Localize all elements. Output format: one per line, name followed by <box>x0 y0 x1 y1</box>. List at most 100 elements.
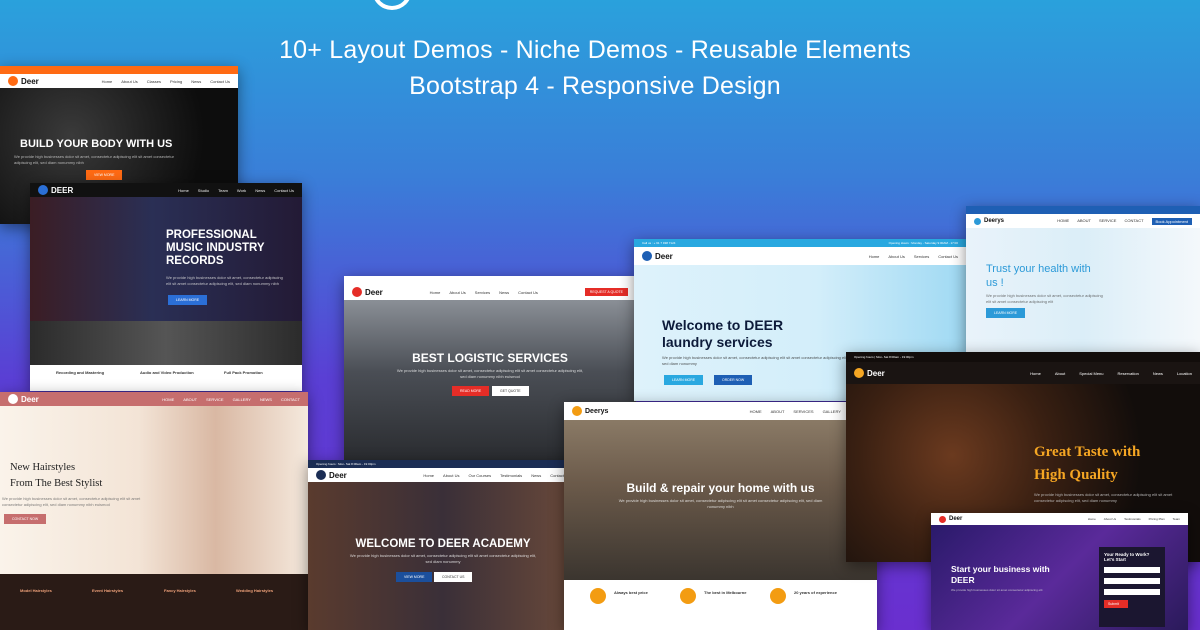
demo-brand[interactable]: Deerys <box>572 406 608 416</box>
demo-title: Build & repair your home with us <box>626 481 815 495</box>
demo-topbar: Opening hours | Mon- Sat 8:00am - 19:00p… <box>846 352 1200 362</box>
deer-logo-icon <box>8 394 18 404</box>
demo-title: New Hairstyles <box>10 462 76 473</box>
demo-music[interactable]: DEER Home Studio Team Work News Contact Us PR… <box>30 183 302 391</box>
price-icon <box>590 588 606 604</box>
demo-nav: Deer Home About Us Our Courses Testimonials… <box>308 468 578 482</box>
demo-title: Start your business with <box>951 564 1050 574</box>
submit-button[interactable]: Submit <box>1104 600 1128 608</box>
demo-construct[interactable]: Deerys HOMEABOUTSERVICESGALLERYCONTACT B… <box>564 402 877 630</box>
demo-title: Great Taste with <box>1034 444 1141 460</box>
demo-topbar <box>344 276 636 284</box>
demo-menu: HOME ABOUT SERVICE CONTACT Book Appointment <box>1057 217 1192 225</box>
demo-brand[interactable]: Deer <box>939 515 962 523</box>
demo-title: WELCOME TO DEER ACADEMY <box>355 538 531 550</box>
demo-title: Trust your health with <box>986 263 1091 275</box>
deer-logo-icon <box>572 406 582 416</box>
demo-nav: Deer Home About Special Menu Reservation New… <box>846 362 1200 384</box>
demo-subtitle: We provide high businesses dolor sit ame… <box>166 275 283 286</box>
learn-more-button[interactable]: LEARN MORE <box>168 295 208 305</box>
demo-title: BEST LOGISTIC SERVICES <box>412 351 568 365</box>
get-quote-button[interactable]: GET QUOTE <box>492 386 529 396</box>
feature-title: Recording and Mastering <box>56 370 105 375</box>
demo-subtitle: We provide high businesses dolor sit ame… <box>396 368 584 379</box>
contact-now-button[interactable]: CONTACT NOW <box>4 514 47 524</box>
brand-logo-icon <box>372 0 412 10</box>
demo-subtitle: We provide high businesses dolor sit ame… <box>14 154 175 165</box>
demo-academy[interactable]: Opening hours : Mon- Sat 8:00am - 19:00p… <box>308 460 578 630</box>
demo-brand[interactable]: Deer <box>352 287 383 297</box>
demo-title-2: High Quality <box>1034 467 1118 483</box>
demo-topbar <box>966 206 1200 214</box>
read-more-button[interactable]: READ MORE <box>452 386 490 396</box>
deer-logo-icon <box>974 217 981 225</box>
feature-title: Audio and Video Production <box>140 370 194 375</box>
order-now-button[interactable]: ORDER NOW <box>714 375 753 385</box>
headline-line-1: 10+ Layout Demos - Niche Demos - Reusabl… <box>279 36 911 64</box>
demo-topbar <box>0 66 238 74</box>
demo-nav: Deer HOME ABOUT SERVICE GALLERY NEWS CONTACT <box>0 392 308 406</box>
studio-image <box>30 321 302 365</box>
name-field[interactable] <box>1104 567 1160 573</box>
demo-subtitle: We provide high businesses dolor sit ame… <box>1034 492 1173 503</box>
view-more-button[interactable]: VIEW MORE <box>396 572 433 582</box>
contact-us-button[interactable]: CONTACT US <box>434 572 473 582</box>
demo-nav: Deer Home About Us Services News Contact Us … <box>344 284 636 300</box>
demo-nav: Deer Home About Us Services Contact Us <box>634 247 966 265</box>
demo-title-2: us ! <box>986 277 1004 289</box>
demo-title: Welcome to DEER <box>662 317 784 333</box>
demo-menu: Home About Us Our Courses Testimonials News C… <box>423 472 570 478</box>
demo-brand[interactable]: Deer <box>316 470 347 480</box>
deer-logo-icon <box>8 76 18 86</box>
demo-topbar: Call us : + 61 7 938 7124 Opening Hours :… <box>634 239 966 247</box>
demo-business[interactable]: Deer Home About Us Testimonials Pricing Pla… <box>931 513 1188 630</box>
deer-logo-icon <box>352 287 362 297</box>
demo-subtitle: We provide high businesses dolor sit ame… <box>986 293 1103 304</box>
phone-field[interactable] <box>1104 589 1160 595</box>
demo-nav: Deer Home About Us Testimonials Pricing Pla… <box>931 513 1188 525</box>
feature-strip <box>30 365 302 391</box>
demo-hero-image <box>966 228 1200 354</box>
deer-logo-icon <box>854 368 864 378</box>
deer-logo-icon <box>642 251 652 261</box>
demo-menu: Home About Special Menu Reservation News Loca… <box>1030 370 1192 376</box>
book-appointment-button[interactable]: Book Appointment <box>1151 217 1192 225</box>
demo-subtitle: We provide high businesses dolor sit ame… <box>662 355 849 366</box>
demo-menu: Home Studio Team Work News Contact Us <box>178 187 294 193</box>
deer-logo-icon <box>316 470 326 480</box>
email-field[interactable] <box>1104 578 1160 584</box>
view-more-button[interactable]: VIEW MORE <box>86 170 123 180</box>
demo-nav: Deer Home About Us Classes Pricing News Conta… <box>0 74 238 88</box>
demo-title-2: From The Best Stylist <box>10 478 103 489</box>
demo-subtitle: We provide high businesses dolor sit ame… <box>2 496 141 507</box>
demo-subtitle: We provide high businesses dolor sit ame… <box>951 588 1043 592</box>
feature-title: 20 years of experience <box>794 590 837 595</box>
learn-more-button[interactable]: LEARN MORE <box>664 375 704 385</box>
demo-nav: DEER Home Studio Team Work News Contact Us <box>30 183 302 197</box>
learn-more-button[interactable]: LEARN MORE <box>986 308 1026 318</box>
service-title: Event Hairstyles <box>92 588 124 593</box>
demo-title: BUILD YOUR BODY WITH US <box>20 138 173 150</box>
demo-brand[interactable]: Deer <box>854 368 885 378</box>
demo-brand[interactable]: Deer <box>8 394 39 404</box>
demo-brand[interactable]: Deer <box>8 76 39 86</box>
service-strip <box>0 574 308 630</box>
demo-brand[interactable]: DEER <box>38 185 73 195</box>
demo-menu: Home About Us Services Contact Us <box>868 253 958 259</box>
demo-topbar: Opening hours : Mon- Sat 8:00am - 19:00p… <box>308 460 578 468</box>
demo-nav: Deerys HOMEABOUTSERVICESGALLERYCONTACT <box>564 402 877 420</box>
demo-brand[interactable]: Deer <box>642 251 673 261</box>
demo-nav: Deerys HOME ABOUT SERVICE CONTACT Book Appo… <box>966 214 1200 228</box>
signup-form: Your Ready to Work? Let's Start Submit <box>1099 547 1165 627</box>
experience-icon <box>770 588 786 604</box>
deer-logo-icon <box>38 185 48 195</box>
demo-salon[interactable]: Deer HOME ABOUT SERVICE GALLERY NEWS CONTACT … <box>0 392 308 630</box>
feature-title: Full Pack Promotion <box>224 370 263 375</box>
service-title: Wedding Hairstyles <box>236 588 274 593</box>
demo-subtitle: We provide high businesses dolor sit ame… <box>349 553 537 564</box>
service-title: Model Hairstyles <box>20 588 52 593</box>
demo-health[interactable]: Deerys HOME ABOUT SERVICE CONTACT Book Appo… <box>966 206 1200 354</box>
demo-title-2: laundry services <box>662 334 773 350</box>
demo-brand[interactable]: Deerys <box>974 217 1004 225</box>
request-quote-button[interactable]: REQUEST A QUOTE <box>584 288 628 296</box>
